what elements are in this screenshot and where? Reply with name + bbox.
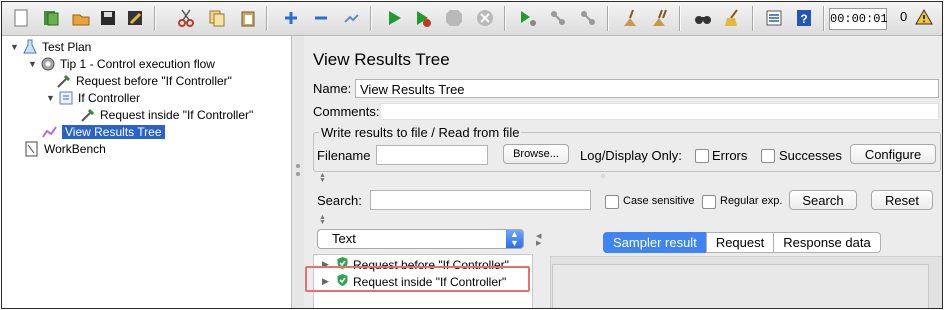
clear-all-icon[interactable] bbox=[649, 7, 671, 29]
help-icon[interactable]: ? bbox=[793, 7, 815, 29]
log-display-label: Log/Display Only: bbox=[580, 148, 682, 163]
horizontal-splitter[interactable]: ▲ ▼ ○ bbox=[305, 172, 942, 184]
renderer-selected-value: Text bbox=[332, 231, 356, 246]
browse-button[interactable]: Browse... bbox=[503, 144, 569, 164]
expand-icon[interactable] bbox=[280, 7, 302, 29]
controller-icon bbox=[58, 90, 74, 106]
tree-item-label: WorkBench bbox=[44, 141, 106, 156]
case-sensitive-label: Case sensitive bbox=[623, 195, 695, 207]
paste-icon[interactable] bbox=[237, 7, 259, 29]
open-icon[interactable] bbox=[70, 7, 92, 29]
search-binoculars-icon[interactable] bbox=[692, 7, 714, 29]
tree-item-label: If Controller bbox=[78, 90, 141, 105]
graph-icon bbox=[42, 124, 58, 140]
tree-item-request-inside[interactable]: Request inside "If Controller" bbox=[80, 106, 253, 123]
search-input[interactable] bbox=[370, 190, 591, 210]
jmeter-window: ? 00:00:01 0 ▼ Test Plan ▼ Tip 1 - Contr… bbox=[1, 1, 943, 309]
expand-arrow-icon[interactable]: ▼ bbox=[46, 93, 58, 103]
errors-label: Errors bbox=[712, 148, 748, 163]
new-icon[interactable] bbox=[10, 7, 32, 29]
filename-label: Filename bbox=[317, 148, 371, 163]
renderer-select[interactable]: Text ▲ ▼ bbox=[317, 229, 524, 249]
flask-icon bbox=[22, 39, 38, 55]
split-arrow-right[interactable]: ▶ bbox=[536, 239, 541, 247]
reset-search-broom-icon[interactable] bbox=[722, 7, 744, 29]
comments-label: Comments: bbox=[313, 104, 380, 119]
workbench-icon bbox=[24, 141, 40, 157]
start-icon[interactable] bbox=[383, 7, 405, 29]
panel-title: View Results Tree bbox=[313, 50, 450, 69]
tree-item-label: View Results Tree bbox=[62, 124, 165, 139]
tree-item-thread-group[interactable]: ▼ Tip 1 - Control execution flow bbox=[28, 55, 215, 72]
tree-item-test-plan[interactable]: ▼ Test Plan bbox=[10, 38, 91, 55]
remote-stop-icon[interactable] bbox=[547, 7, 569, 29]
warning-icon[interactable] bbox=[915, 8, 933, 28]
view-results-tree-panel: View Results Tree Name: View Results Tre… bbox=[305, 36, 942, 308]
tree-item-label: Test Plan bbox=[42, 39, 92, 54]
highlight-annotation bbox=[305, 266, 530, 292]
clear-icon[interactable] bbox=[619, 7, 641, 29]
shutdown-icon[interactable] bbox=[474, 7, 496, 29]
search-label: Search: bbox=[317, 193, 362, 208]
successes-label: Successes bbox=[779, 148, 842, 163]
tab-sampler-result[interactable]: Sampler result bbox=[603, 232, 707, 253]
cut-icon[interactable] bbox=[175, 7, 197, 29]
tree-item-request-before[interactable]: Request before "If Controller" bbox=[56, 72, 232, 89]
tree-item-if-controller[interactable]: ▼ If Controller bbox=[46, 89, 140, 106]
select-arrows-icon: ▲ ▼ bbox=[506, 230, 523, 248]
tree-item-label: Tip 1 - Control execution flow bbox=[60, 56, 215, 71]
reset-button[interactable]: Reset bbox=[871, 190, 933, 210]
name-label: Name: bbox=[313, 81, 352, 96]
name-field[interactable]: View Results Tree bbox=[355, 79, 939, 98]
elapsed-timer: 00:00:01 bbox=[829, 8, 888, 30]
gear-icon bbox=[40, 56, 56, 72]
horizontal-splitter[interactable]: ▲ ▼ bbox=[305, 214, 942, 226]
toolbar: ? 00:00:01 0 bbox=[2, 2, 942, 36]
case-sensitive-checkbox[interactable] bbox=[605, 195, 619, 209]
tab-response-data[interactable]: Response data bbox=[773, 232, 881, 253]
sampler-result-text bbox=[552, 264, 929, 308]
tree-item-label: Request before "If Controller" bbox=[76, 73, 232, 88]
errors-checkbox[interactable] bbox=[695, 149, 709, 163]
filename-field[interactable] bbox=[376, 145, 488, 165]
function-helper-icon[interactable] bbox=[763, 7, 785, 29]
stop-icon[interactable] bbox=[443, 7, 465, 29]
pipette-icon bbox=[56, 73, 72, 89]
regular-exp-label: Regular exp. bbox=[720, 195, 783, 207]
search-button[interactable]: Search bbox=[789, 190, 857, 210]
collapse-icon[interactable] bbox=[310, 7, 332, 29]
copy-icon[interactable] bbox=[206, 7, 228, 29]
regular-exp-checkbox[interactable] bbox=[702, 195, 716, 209]
tab-request[interactable]: Request bbox=[705, 232, 775, 253]
svg-text:?: ? bbox=[800, 12, 807, 26]
expand-arrow-icon[interactable]: ▼ bbox=[10, 42, 22, 52]
toggle-icon[interactable] bbox=[340, 7, 362, 29]
comments-field[interactable] bbox=[380, 103, 939, 120]
result-tabs: Sampler result Request Response data bbox=[603, 232, 881, 253]
expand-arrow-icon[interactable]: ▼ bbox=[28, 59, 40, 69]
tree-item-view-results-tree[interactable]: View Results Tree bbox=[42, 123, 165, 140]
successes-checkbox[interactable] bbox=[761, 149, 775, 163]
remote-shutdown-icon[interactable] bbox=[577, 7, 599, 29]
tree-item-workbench[interactable]: WorkBench bbox=[24, 140, 106, 157]
tree-item-label: Request inside "If Controller" bbox=[100, 107, 254, 122]
vertical-splitter[interactable] bbox=[292, 36, 304, 308]
error-count: 0 bbox=[900, 9, 908, 24]
start-no-pauses-icon[interactable] bbox=[412, 7, 434, 29]
remote-start-icon[interactable] bbox=[517, 7, 539, 29]
save-as-icon[interactable] bbox=[124, 7, 146, 29]
test-plan-tree[interactable]: ▼ Test Plan ▼ Tip 1 - Control execution … bbox=[2, 36, 292, 308]
templates-icon[interactable] bbox=[40, 7, 62, 29]
configure-button[interactable]: Configure bbox=[850, 144, 936, 164]
save-icon[interactable] bbox=[97, 7, 119, 29]
write-results-legend: Write results to file / Read from file bbox=[319, 125, 522, 140]
pipette-icon bbox=[80, 107, 96, 123]
